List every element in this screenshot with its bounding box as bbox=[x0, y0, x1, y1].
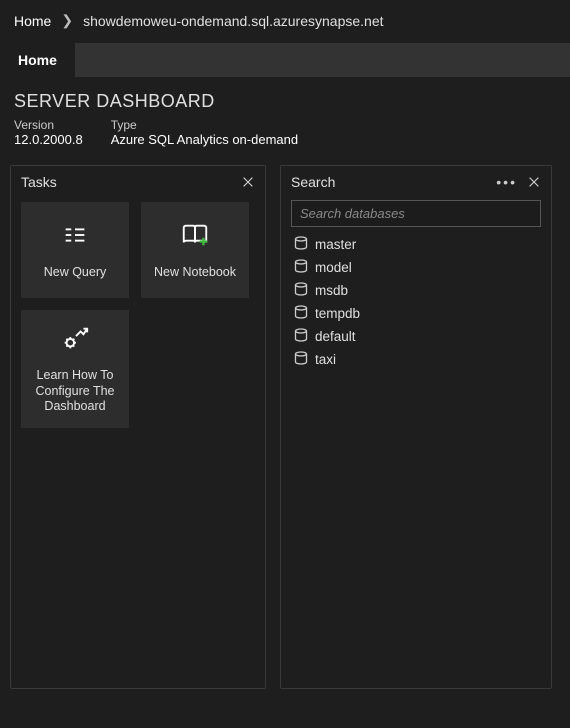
task-label: Learn How To Configure The Dashboard bbox=[27, 368, 123, 415]
database-name: model bbox=[315, 260, 352, 275]
database-icon bbox=[293, 282, 309, 299]
breadcrumb-home[interactable]: Home bbox=[14, 13, 51, 29]
version-value: 12.0.2000.8 bbox=[14, 132, 83, 147]
database-icon bbox=[293, 305, 309, 322]
type-label: Type bbox=[111, 118, 298, 132]
database-item[interactable]: tempdb bbox=[293, 304, 539, 323]
database-list: master model msdb tempdb default taxi bbox=[281, 235, 551, 369]
database-item[interactable]: model bbox=[293, 258, 539, 277]
tasks-panel: Tasks New Query bbox=[10, 165, 266, 689]
notebook-icon bbox=[180, 220, 210, 255]
database-name: taxi bbox=[315, 352, 336, 367]
search-panel: Search ••• master model msdb bbox=[280, 165, 552, 689]
task-new-notebook[interactable]: New Notebook bbox=[141, 202, 249, 298]
database-icon bbox=[293, 351, 309, 368]
breadcrumb: Home ❯ showdemoweu-ondemand.sql.azuresyn… bbox=[0, 0, 570, 43]
database-item[interactable]: default bbox=[293, 327, 539, 346]
task-label: New Query bbox=[44, 265, 107, 281]
database-item[interactable]: master bbox=[293, 235, 539, 254]
search-input[interactable] bbox=[291, 200, 541, 227]
close-icon[interactable] bbox=[527, 175, 541, 189]
tab-home[interactable]: Home bbox=[0, 43, 75, 77]
page-title: SERVER DASHBOARD bbox=[14, 91, 556, 112]
query-icon bbox=[60, 220, 90, 255]
close-icon[interactable] bbox=[241, 175, 255, 189]
tab-bar: Home bbox=[0, 43, 570, 77]
database-item[interactable]: msdb bbox=[293, 281, 539, 300]
more-icon[interactable]: ••• bbox=[496, 174, 517, 190]
task-label: New Notebook bbox=[154, 265, 236, 281]
database-icon bbox=[293, 259, 309, 276]
database-item[interactable]: taxi bbox=[293, 350, 539, 369]
task-configure-dashboard[interactable]: Learn How To Configure The Dashboard bbox=[21, 310, 129, 428]
settings-trend-icon bbox=[60, 323, 90, 358]
type-value: Azure SQL Analytics on-demand bbox=[111, 132, 298, 147]
task-new-query[interactable]: New Query bbox=[21, 202, 129, 298]
database-icon bbox=[293, 328, 309, 345]
search-title: Search bbox=[291, 174, 335, 190]
database-name: msdb bbox=[315, 283, 348, 298]
database-name: default bbox=[315, 329, 356, 344]
breadcrumb-current: showdemoweu-ondemand.sql.azuresynapse.ne… bbox=[83, 13, 383, 29]
server-header: SERVER DASHBOARD Version 12.0.2000.8 Typ… bbox=[0, 77, 570, 165]
database-name: master bbox=[315, 237, 356, 252]
database-name: tempdb bbox=[315, 306, 360, 321]
database-icon bbox=[293, 236, 309, 253]
tasks-title: Tasks bbox=[21, 174, 57, 190]
version-label: Version bbox=[14, 118, 83, 132]
chevron-right-icon: ❯ bbox=[61, 12, 73, 29]
server-meta: Version 12.0.2000.8 Type Azure SQL Analy… bbox=[14, 118, 556, 147]
